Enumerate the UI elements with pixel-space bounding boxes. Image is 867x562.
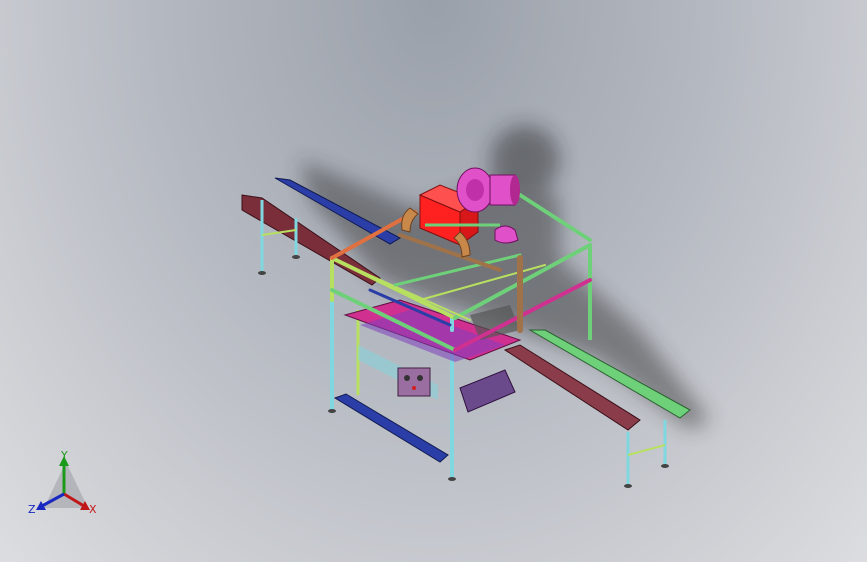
x-axis-label: X bbox=[89, 503, 97, 516]
axis-triad: Y X Z bbox=[24, 446, 108, 526]
graphics-viewport[interactable]: Y X Z bbox=[0, 0, 867, 562]
z-axis-label: Z bbox=[28, 503, 36, 516]
machine-3d-model[interactable] bbox=[0, 0, 867, 562]
y-axis-label: Y bbox=[61, 449, 68, 462]
